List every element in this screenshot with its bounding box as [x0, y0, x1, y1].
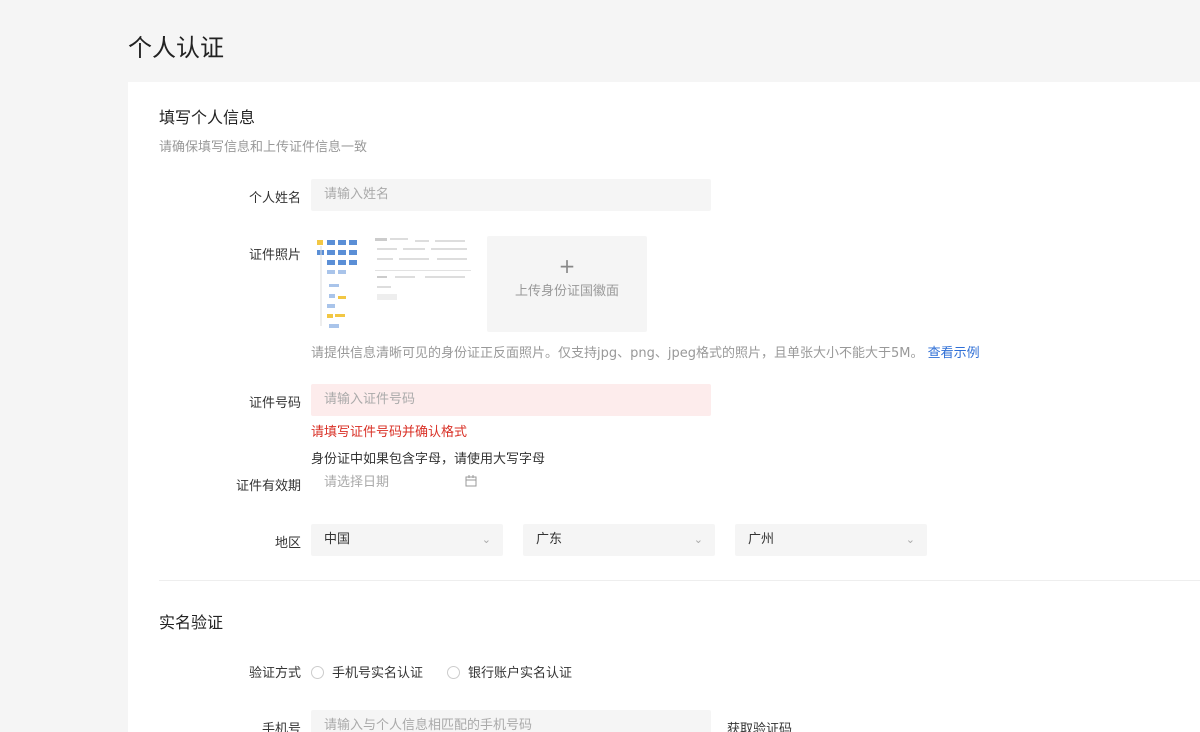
section-divider — [159, 580, 1200, 581]
method-option-label: 银行账户实名认证 — [468, 666, 573, 681]
phone-input[interactable]: 请输入与个人信息相匹配的手机号码 — [311, 710, 711, 732]
photo-label: 证件照片 — [248, 248, 301, 263]
method-option-bank[interactable]: 银行账户实名认证 — [447, 662, 572, 681]
section-title-personal-info: 填写个人信息 — [159, 108, 256, 127]
id-number-label: 证件号码 — [248, 396, 301, 411]
id-number-input[interactable]: 请输入证件号码 — [311, 384, 711, 416]
photo-hint-text: 请提供信息清晰可见的身份证正反面照片。仅支持jpg、png、jpeg格式的照片，… — [311, 346, 924, 361]
id-front-thumbnail[interactable] — [313, 236, 369, 332]
thumbnail-image — [317, 240, 357, 328]
chevron-down-icon: ⌄ — [905, 533, 915, 546]
country-value: 中国 — [324, 532, 351, 547]
view-example-link[interactable]: 查看示例 — [928, 346, 980, 361]
province-select[interactable]: 广东 ⌄ — [523, 524, 715, 556]
validity-date-picker[interactable]: 请选择日期 — [311, 467, 491, 499]
thumbnail-image — [375, 238, 471, 300]
id-back-thumbnail[interactable] — [375, 236, 471, 302]
name-input[interactable]: 请输入姓名 — [311, 179, 711, 211]
calendar-icon — [465, 467, 477, 499]
plus-icon: + — [558, 254, 576, 278]
phone-label: 手机号 — [261, 722, 301, 732]
method-option-phone[interactable]: 手机号实名认证 — [311, 662, 423, 681]
region-label: 地区 — [274, 536, 301, 551]
id-number-error: 请填写证件号码并确认格式 — [311, 425, 468, 440]
province-value: 广东 — [536, 532, 563, 547]
name-label: 个人姓名 — [248, 191, 301, 206]
method-option-label: 手机号实名认证 — [332, 666, 424, 681]
section-title-verification: 实名验证 — [159, 613, 224, 632]
validity-label: 证件有效期 — [235, 479, 301, 494]
radio-button[interactable] — [447, 666, 460, 679]
upload-label: 上传身份证国徽面 — [514, 284, 619, 299]
city-select[interactable]: 广州 ⌄ — [735, 524, 927, 556]
form-card: 填写个人信息 请确保填写信息和上传证件信息一致 个人姓名 请输入姓名 证件照片 — [128, 82, 1200, 732]
page-title: 个人认证 — [128, 34, 224, 62]
section-subtitle: 请确保填写信息和上传证件信息一致 — [159, 140, 368, 155]
photo-hint: 请提供信息清晰可见的身份证正反面照片。仅支持jpg、png、jpeg格式的照片，… — [311, 342, 1191, 361]
city-value: 广州 — [748, 532, 775, 547]
id-number-note: 身份证中如果包含字母，请使用大写字母 — [311, 452, 546, 467]
method-label: 验证方式 — [248, 666, 301, 681]
upload-emblem-side-button[interactable]: + 上传身份证国徽面 — [487, 236, 647, 332]
get-code-button[interactable]: 获取验证码 — [727, 718, 792, 732]
country-select[interactable]: 中国 ⌄ — [311, 524, 503, 556]
chevron-down-icon: ⌄ — [481, 533, 491, 546]
validity-placeholder: 请选择日期 — [324, 475, 390, 490]
radio-button[interactable] — [311, 666, 324, 679]
chevron-down-icon: ⌄ — [693, 533, 703, 546]
